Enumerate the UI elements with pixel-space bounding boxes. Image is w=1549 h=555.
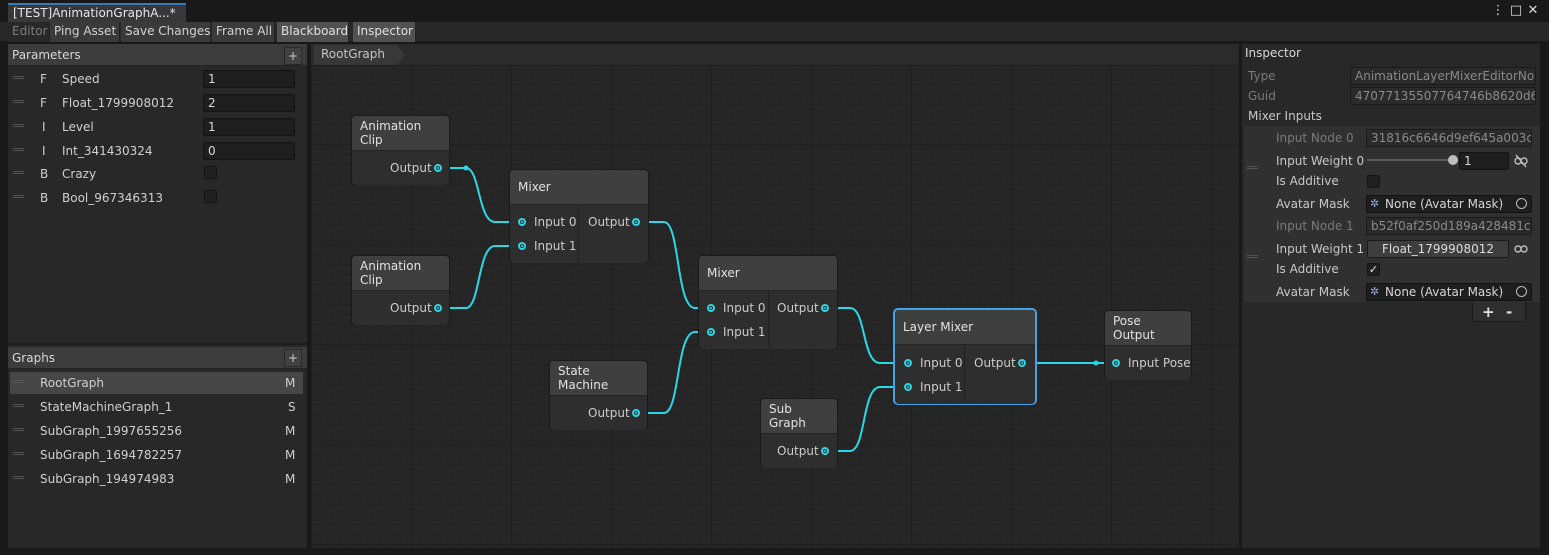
input-port-icon[interactable] [707, 304, 715, 312]
input-node-field: 31816c6646d9ef645a003c0 [1366, 129, 1532, 147]
output-port-icon[interactable] [1018, 359, 1026, 367]
output-port-icon[interactable] [632, 409, 640, 417]
list-footer [1472, 302, 1526, 322]
is-additive-label: Is Additive [1276, 174, 1339, 188]
node-divider [964, 345, 965, 402]
input-port-icon[interactable] [904, 359, 912, 367]
parameter-dropdown[interactable]: Float_1799908012 [1367, 240, 1509, 258]
type-field: AnimationLayerMixerEditorNode [1350, 67, 1536, 85]
unlink-icon[interactable] [1514, 154, 1528, 171]
output-port-icon[interactable] [434, 304, 442, 312]
input-node-field: b52f0af250d189a428481c24 [1366, 217, 1532, 235]
node-title: Mixer [699, 256, 837, 291]
output-port-icon[interactable] [821, 304, 829, 312]
avatar-mask-field[interactable]: None (Avatar Mask) [1366, 195, 1532, 213]
node-title: Pose Output [1105, 311, 1191, 346]
output-port-label: Output [390, 301, 432, 315]
node-title: Sub Graph [761, 399, 837, 434]
output-port-label: Output [390, 161, 432, 175]
node-title: State Machine [550, 361, 647, 396]
input-weight-label: Input Weight 1 [1276, 242, 1365, 256]
wire-joint [1093, 360, 1099, 366]
input-port-icon[interactable] [518, 242, 526, 250]
avatar-mask-label: Avatar Mask [1276, 197, 1350, 211]
add-element-button[interactable]: + [1482, 303, 1495, 321]
input-port-icon[interactable] [707, 328, 715, 336]
input-port-label: Input 1 [723, 325, 766, 339]
remove-element-button[interactable]: - [1506, 303, 1512, 321]
input-node-label: Input Node 0 [1276, 131, 1354, 145]
mixer-inputs-header: Mixer Inputs [1248, 109, 1322, 123]
input-port-icon[interactable] [904, 383, 912, 391]
slider-handle[interactable] [1448, 155, 1458, 165]
input-node-label: Input Node 1 [1276, 219, 1354, 233]
output-port-label: Output [588, 215, 630, 229]
output-port-icon[interactable] [434, 164, 442, 172]
output-port-icon[interactable] [632, 218, 640, 226]
guid-field: 47077135507764746b8620d63 [1350, 87, 1536, 105]
input-weight-slider[interactable] [1367, 159, 1453, 161]
input-port-label: Input 0 [723, 301, 766, 315]
drag-handle-icon[interactable]: ══ [1247, 252, 1258, 263]
is-additive-checkbox[interactable] [1367, 175, 1380, 188]
output-port-icon[interactable] [821, 447, 829, 455]
node-title: Mixer [510, 170, 648, 205]
input-port-label: Input 1 [920, 380, 963, 394]
output-port-label: Output [588, 406, 630, 420]
input-port-label: Input Pose [1128, 356, 1191, 370]
input-weight-field[interactable]: 1 [1459, 152, 1509, 170]
input-weight-label: Input Weight 0 [1276, 154, 1365, 168]
avatar-mask-icon: ✲ [1370, 285, 1380, 298]
input-port-label: Input 0 [920, 356, 963, 370]
input-port-label: Input 0 [534, 215, 577, 229]
avatar-mask-label: Avatar Mask [1276, 285, 1350, 299]
drag-handle-icon[interactable]: ══ [1247, 163, 1258, 174]
avatar-mask-icon: ✲ [1370, 197, 1380, 210]
type-label: Type [1248, 69, 1276, 83]
object-picker-icon[interactable] [1516, 286, 1527, 297]
output-port-label: Output [777, 444, 819, 458]
inspector-title: Inspector [1245, 46, 1301, 60]
node-title: Layer Mixer [895, 310, 1035, 345]
avatar-mask-field[interactable]: None (Avatar Mask) [1366, 283, 1532, 301]
node-divider [578, 205, 579, 261]
object-picker-icon[interactable] [1516, 198, 1527, 209]
node-title: Animation Clip [352, 116, 449, 151]
output-port-label: Output [974, 356, 1016, 370]
node-divider [768, 291, 769, 347]
input-port-icon[interactable] [518, 218, 526, 226]
node-title: Animation Clip [352, 256, 449, 291]
guid-label: Guid [1248, 89, 1276, 103]
input-port-icon[interactable] [1112, 359, 1120, 367]
is-additive-checkbox-checked[interactable]: ✓ [1367, 263, 1380, 276]
is-additive-label: Is Additive [1276, 262, 1339, 276]
output-port-label: Output [777, 301, 819, 315]
input-port-label: Input 1 [534, 239, 577, 253]
link-icon[interactable] [1514, 242, 1528, 259]
wire-joint [463, 165, 469, 171]
